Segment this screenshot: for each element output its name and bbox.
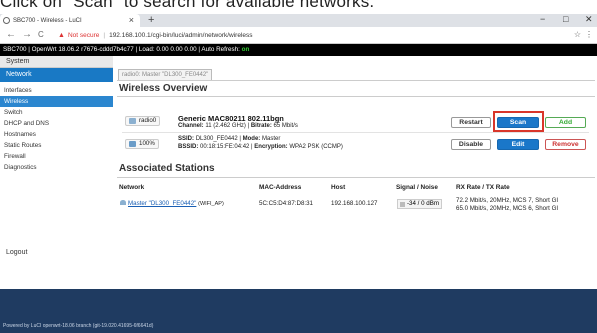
col-host: Host <box>331 184 346 191</box>
sidebar-item-hostnames[interactable]: Hostnames <box>0 129 113 140</box>
tab-divider <box>117 80 595 81</box>
station-tx-rate: 65.0 Mbit/s, 20MHz, MCS 6, Short GI <box>456 205 559 212</box>
main-content: radio0: Master "DL300_FE0442" Wireless O… <box>114 56 597 289</box>
sidebar-item-wireless[interactable]: Wireless <box>0 96 113 107</box>
url-field[interactable]: ▲ Not secure | 192.168.100.1/cgi-bin/luc… <box>58 29 578 42</box>
sidebar-item-network[interactable]: Network <box>0 68 113 82</box>
edit-button[interactable]: Edit <box>497 139 539 150</box>
forward-icon[interactable]: → <box>22 29 32 40</box>
window-close-icon[interactable]: ✕ <box>585 14 593 25</box>
url-separator: | <box>103 32 106 39</box>
station-network-suffix: (WIFI_AP) <box>198 201 224 207</box>
encryption-label: Encryption: <box>254 144 288 150</box>
ssid-value: DL300_FE0442 <box>195 136 238 142</box>
radio-details: Channel: 11 (2.462 GHz) | Bitrate: 65 Mb… <box>178 123 298 129</box>
bssid-details: BSSID: 00:18:15:FE:04:42 | Encryption: W… <box>178 144 343 150</box>
col-rx-tx-rate: RX Rate / TX Rate <box>456 184 510 191</box>
ssid-label: SSID: <box>178 136 195 142</box>
bssid-value: 00:18:15:FE:04:42 <box>200 144 250 150</box>
scan-highlight-box <box>493 111 544 132</box>
add-button[interactable]: Add <box>545 117 586 128</box>
row-divider <box>122 132 589 133</box>
title-divider <box>117 96 595 97</box>
col-network: Network <box>119 184 145 191</box>
station-network: Master "DL300_FE0442" (WIFI_AP) <box>120 200 224 207</box>
footer-area: Powered by LuCI openwrt-18.06 branch (gi… <box>0 289 597 333</box>
minimize-icon[interactable]: − <box>540 14 545 24</box>
warning-icon: ▲ <box>58 32 65 39</box>
logout-link[interactable]: Logout <box>6 249 27 256</box>
station-network-link[interactable]: Master "DL300_FE0442" <box>128 200 196 207</box>
col-signal-noise: Signal / Noise <box>396 184 438 191</box>
bitrate-label: Bitrate: <box>250 123 272 129</box>
col-mac-address: MAC-Address <box>259 184 302 191</box>
radio-badge: radio0 <box>125 116 161 126</box>
maximize-icon[interactable]: □ <box>563 14 568 24</box>
browser-menu-icon[interactable]: ⋮ <box>585 30 593 39</box>
header-status-text: SBC700 | OpenWrt 18.06.2 r7676-cddd7b4c7… <box>3 46 242 53</box>
channel-label: Channel: <box>178 123 204 129</box>
signal-badge-label: 100% <box>139 140 155 147</box>
browser-tab-bar: SBC700 - Wireless - LuCI × + − □ ✕ <box>0 14 597 27</box>
signal-badge: 100% <box>125 139 159 149</box>
stations-divider <box>117 177 595 178</box>
footer-text: Powered by LuCI openwrt-18.06 branch (gi… <box>3 323 154 329</box>
reload-icon[interactable]: C <box>38 30 44 39</box>
bssid-label: BSSID: <box>178 144 199 150</box>
close-tab-icon[interactable]: × <box>129 15 134 25</box>
tab-radio0-master[interactable]: radio0: Master "DL300_FE0442" <box>118 69 213 80</box>
favicon-icon <box>3 17 10 24</box>
station-rx-rate: 72.2 Mbit/s, 20MHz, MCS 7, Short GI <box>456 197 559 204</box>
wifi-radio-icon <box>129 118 136 124</box>
sidebar-item-diagnostics[interactable]: Diagnostics <box>0 162 113 173</box>
luci-header: SBC700 | OpenWrt 18.06.2 r7676-cddd7b4c7… <box>0 44 597 56</box>
sidebar-item-firewall[interactable]: Firewall <box>0 151 113 162</box>
bitrate-value: 65 Mbit/s <box>273 123 298 129</box>
sidebar-item-dhcp-dns[interactable]: DHCP and DNS <box>0 118 113 129</box>
auto-refresh-toggle[interactable]: on <box>242 46 250 53</box>
instruction-caption: Click on "Scan" to search for available … <box>0 0 597 14</box>
sidebar-item-static-routes[interactable]: Static Routes <box>0 140 113 151</box>
disable-button[interactable]: Disable <box>451 139 491 150</box>
ssid-details: SSID: DL300_FE0442 | Mode: Master <box>178 136 281 142</box>
address-bar: ← → C ▲ Not secure | 192.168.100.1/cgi-b… <box>0 27 597 44</box>
sidebar: Network Interfaces Wireless Switch DHCP … <box>0 67 113 289</box>
sidebar-item-interfaces[interactable]: Interfaces <box>0 85 113 96</box>
sidebar-item-system[interactable]: System <box>0 56 113 67</box>
mode-label: Mode: <box>242 136 261 142</box>
not-secure-label[interactable]: Not secure <box>68 32 99 39</box>
station-host: 192.168.100.127 <box>331 200 378 207</box>
wifi-icon <box>120 200 126 205</box>
radio-badge-label: radio0 <box>139 117 157 124</box>
back-icon[interactable]: ← <box>6 29 16 40</box>
browser-tab[interactable]: SBC700 - Wireless - LuCI × <box>0 14 140 27</box>
caption-text: Click on "Scan" to search for available … <box>0 0 375 11</box>
signal-strength-icon <box>129 141 136 147</box>
tab-title: SBC700 - Wireless - LuCI <box>13 17 82 24</box>
station-signal-value: -34 / 0 dBm <box>407 200 439 207</box>
station-mac: 5C:C5:D4:87:D8:31 <box>259 200 313 207</box>
new-tab-button[interactable]: + <box>148 14 154 26</box>
bookmark-star-icon[interactable]: ☆ <box>574 30 581 39</box>
stations-title: Associated Stations <box>119 163 215 174</box>
signal-icon <box>400 201 405 207</box>
encryption-value: WPA2 PSK (CCMP) <box>289 144 343 150</box>
restart-button[interactable]: Restart <box>451 117 491 128</box>
url-text: 192.168.100.1/cgi-bin/luci/admin/network… <box>109 32 253 39</box>
mode-value: Master <box>261 136 281 142</box>
radio-title: Generic MAC80211 802.11bgn <box>178 114 284 123</box>
remove-button[interactable]: Remove <box>545 139 586 150</box>
sidebar-item-switch[interactable]: Switch <box>0 107 113 118</box>
station-signal: -34 / 0 dBm <box>397 199 442 209</box>
page-title: Wireless Overview <box>119 83 208 94</box>
channel-value: 11 (2.462 GHz) <box>205 123 246 129</box>
